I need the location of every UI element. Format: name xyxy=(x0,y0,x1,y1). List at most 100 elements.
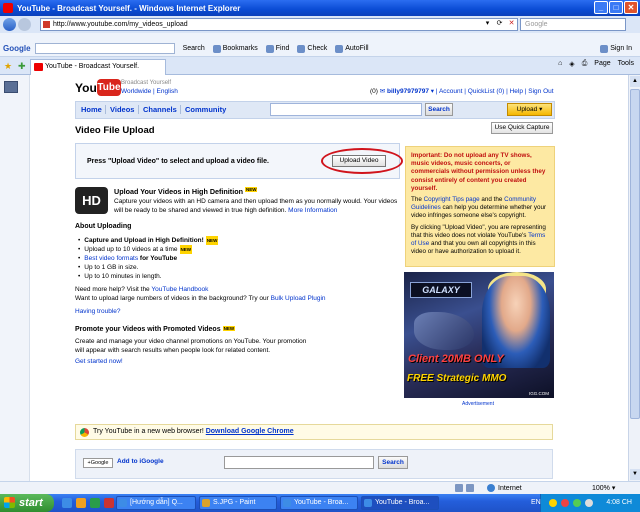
forward-icon[interactable] xyxy=(18,18,31,31)
zoom-level[interactable]: 100% ▾ xyxy=(592,484,615,492)
page-title: Video File Upload xyxy=(75,125,155,136)
back-icon[interactable] xyxy=(3,18,16,31)
igoogle-box: +Google Add to iGoogle Search xyxy=(75,449,553,479)
toolbar-autofill-button[interactable]: AutoFill xyxy=(335,44,369,53)
upload-video-button[interactable]: Upload Video xyxy=(332,155,386,167)
username-link[interactable]: billy97979797 xyxy=(387,88,429,95)
taskbar: start [Hướng dẫn] Q... S.JPG - Paint You… xyxy=(0,494,640,512)
scroll-down-icon[interactable]: ▼ xyxy=(630,469,640,480)
having-trouble-link[interactable]: Having trouble? xyxy=(75,307,121,316)
page-viewport: You Tube Broadcast Yourself Worldwide | E… xyxy=(0,75,628,481)
left-panel xyxy=(0,75,30,481)
toolbar-signin-button[interactable]: Sign In xyxy=(600,44,632,53)
hd-icon: HD xyxy=(75,187,108,214)
windows-flag-icon xyxy=(4,497,15,508)
taskbar-item[interactable]: S.JPG - Paint xyxy=(199,496,277,510)
feeds-icon[interactable]: ◈ xyxy=(569,60,574,68)
signout-link[interactable]: Sign Out xyxy=(528,88,553,95)
account-link[interactable]: Account xyxy=(439,88,463,95)
add-to-igoogle-link[interactable]: Add to iGoogle xyxy=(117,458,164,465)
best-formats-link[interactable]: Best video formats xyxy=(84,255,138,262)
toolbar-search-button[interactable]: Search xyxy=(183,45,205,52)
bulk-upload-link[interactable]: Bulk Upload Plugin xyxy=(271,295,326,302)
tray-icon[interactable] xyxy=(549,499,557,507)
globe-icon xyxy=(487,484,495,492)
google-toolbar-search-input[interactable] xyxy=(34,43,175,54)
advertisement-label: Advertisement xyxy=(462,401,494,407)
browser-search-input[interactable]: Google xyxy=(520,18,626,31)
clock: 4:08 CH xyxy=(606,499,632,506)
media-quicklaunch-icon[interactable] xyxy=(90,498,100,508)
scroll-up-icon[interactable]: ▲ xyxy=(630,76,640,87)
language-indicator[interactable]: EN xyxy=(531,499,541,506)
user-bar: (0) ✉ billy97979797 ▾ | Account | QuickL… xyxy=(370,88,554,95)
ie-quicklaunch-icon[interactable] xyxy=(62,498,72,508)
app-quicklaunch-icon[interactable] xyxy=(104,498,114,508)
folder-quicklaunch-icon[interactable] xyxy=(76,498,86,508)
address-row: http://www.youtube.com/my_videos_upload … xyxy=(0,16,640,33)
get-started-link[interactable]: Get started now! xyxy=(75,357,123,366)
status-icon xyxy=(455,484,463,492)
nav-community[interactable]: Community xyxy=(180,105,226,114)
list-item: Up to 10 minutes in length. xyxy=(78,272,218,281)
maximize-button[interactable]: □ xyxy=(609,1,623,14)
worldwide-link[interactable]: Worldwide xyxy=(121,88,151,95)
youtube-search-input[interactable] xyxy=(270,103,422,116)
nav-channels[interactable]: Channels xyxy=(138,105,177,114)
tray-icon[interactable] xyxy=(561,499,569,507)
toolbar-bookmarks-button[interactable]: Bookmarks xyxy=(212,44,258,53)
taskbar-item[interactable]: [Hướng dẫn] Q... xyxy=(116,496,196,510)
download-chrome-link[interactable]: Download Google Chrome xyxy=(206,428,294,435)
window-controls: _ □ ✕ xyxy=(594,1,638,14)
language-links: Worldwide | English xyxy=(121,88,178,95)
volume-icon[interactable] xyxy=(585,499,593,507)
tagline: Broadcast Yourself xyxy=(121,80,172,86)
help-link[interactable]: Help xyxy=(510,88,523,95)
more-information-link[interactable]: More Information xyxy=(288,207,337,214)
handbook-link[interactable]: YouTube Handbook xyxy=(151,286,208,293)
home-icon[interactable]: ⌂ xyxy=(558,60,562,68)
close-button[interactable]: ✕ xyxy=(624,1,638,14)
add-favorites-icon[interactable]: ✚ xyxy=(18,61,28,71)
favorites-star-icon[interactable]: ★ xyxy=(4,61,14,71)
copyright-tips-link[interactable]: Copyright Tips page xyxy=(424,196,480,203)
page-icon xyxy=(43,21,50,28)
nav-videos[interactable]: Videos xyxy=(105,105,134,114)
tab-youtube[interactable]: YouTube - Broadcast Yourself. xyxy=(30,59,166,75)
print-icon[interactable]: ⎙ xyxy=(582,60,588,68)
scroll-thumb[interactable] xyxy=(630,89,640,419)
youtube-search-button[interactable]: Search xyxy=(425,103,453,116)
status-icon xyxy=(466,484,474,492)
menu-row xyxy=(0,33,640,41)
start-button[interactable]: start xyxy=(0,494,54,512)
upload-nav-button[interactable]: Upload ▾ xyxy=(507,103,552,116)
save-icon[interactable] xyxy=(4,81,18,93)
add-google-badge[interactable]: +Google xyxy=(83,458,113,468)
google-logo: Google xyxy=(3,44,31,53)
nav-home[interactable]: Home xyxy=(81,105,102,114)
vertical-scrollbar[interactable]: ▲ ▼ xyxy=(628,75,640,481)
english-link[interactable]: English xyxy=(157,88,178,95)
igoogle-search-button[interactable]: Search xyxy=(378,456,408,469)
address-bar[interactable]: http://www.youtube.com/my_videos_upload xyxy=(40,18,518,31)
minimize-button[interactable]: _ xyxy=(594,1,608,14)
taskbar-item[interactable]: YouTube - Broa... xyxy=(361,496,439,510)
stop-icon[interactable]: ✕ xyxy=(506,18,517,29)
list-item: Up to 1 GB in size. xyxy=(78,263,218,272)
chrome-promo-bar: Try YouTube in a new web browser! Downlo… xyxy=(75,424,553,440)
quick-capture-button[interactable]: Use Quick Capture xyxy=(491,122,553,134)
toolbar-check-button[interactable]: Check xyxy=(297,44,327,53)
tools-menu[interactable]: Tools xyxy=(618,60,634,68)
dropdown-icon[interactable]: ▾ xyxy=(482,18,493,29)
new-badge: NEW xyxy=(244,187,258,192)
refresh-icon[interactable]: ⟳ xyxy=(494,18,505,29)
quicklist-link[interactable]: QuickList (0) xyxy=(468,88,504,95)
igoogle-search-input[interactable] xyxy=(224,456,374,469)
youtube-logo[interactable]: You Tube xyxy=(75,79,121,97)
toolbar-find-button[interactable]: Find xyxy=(265,44,289,53)
game-advertisement[interactable]: GALAXY Client 20MB ONLY FREE Strategic M… xyxy=(404,272,554,398)
taskbar-item[interactable]: YouTube - Broa... xyxy=(280,496,358,510)
tray-icon[interactable] xyxy=(573,499,581,507)
page-menu[interactable]: Page xyxy=(594,60,610,68)
promote-description: Create and manage your video channel pro… xyxy=(75,338,307,354)
